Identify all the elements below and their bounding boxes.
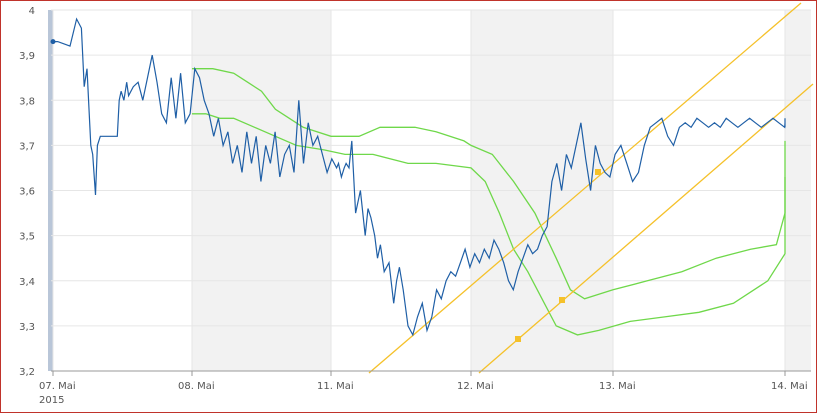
trendline-anchor-point — [595, 169, 601, 175]
price-line — [53, 17, 786, 337]
y-tick-label: 3,7 — [19, 141, 35, 152]
y-tick-label: 4 — [29, 6, 35, 17]
chart-frame: 3,2 3,3 3,4 3,5 3,6 3,7 3,8 3,9 4 07. Mai 08. Mai 1… — [0, 0, 817, 413]
y-tick-label: 3,5 — [19, 232, 35, 243]
x-tick-label: 13. Mai — [599, 381, 636, 392]
trendline-anchor-point — [515, 336, 521, 342]
x-tick-label: 07. Mai — [39, 381, 76, 392]
y-tick-label: 3,6 — [19, 187, 35, 198]
y-tick-label: 3,2 — [19, 367, 35, 378]
x-tick-label: 08. Mai — [178, 381, 215, 392]
price-start-point — [50, 39, 56, 45]
y-tick-label: 3,4 — [19, 277, 35, 288]
y-tick-label: 3,9 — [19, 51, 35, 62]
x-tick-label: 11. Mai — [317, 381, 354, 392]
y-tick-label: 3,8 — [19, 96, 35, 107]
x-year-label: 2015 — [39, 395, 64, 406]
x-tick-label: 12. Mai — [457, 381, 494, 392]
trendline-anchor-point — [559, 297, 565, 303]
y-tick-label: 3,3 — [19, 322, 35, 333]
x-tick-label: 14. Mai — [771, 381, 808, 392]
price-chart: 3,2 3,3 3,4 3,5 3,6 3,7 3,8 3,9 4 07. Mai 08. Mai 1… — [19, 2, 814, 406]
